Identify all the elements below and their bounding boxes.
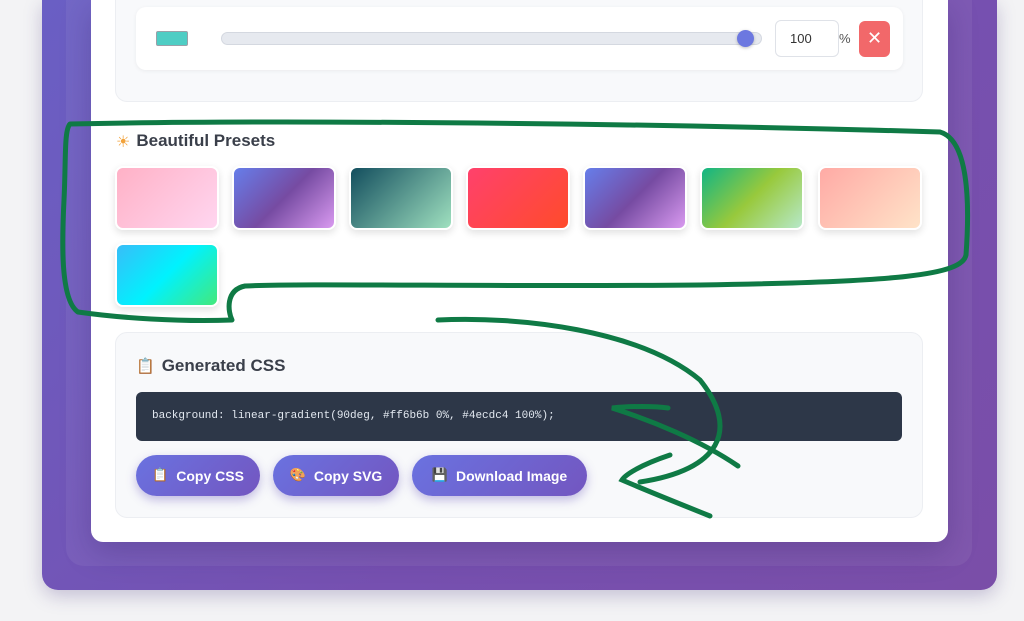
sun-icon: ☀ <box>116 131 131 151</box>
download-image-button[interactable]: 💾 Download Image <box>412 455 587 496</box>
presets-title-text: Beautiful Presets <box>136 131 276 150</box>
preset-swatch[interactable] <box>115 243 219 307</box>
color-stop-swatch[interactable] <box>156 31 188 46</box>
position-slider-track[interactable] <box>221 32 762 45</box>
preset-swatch[interactable] <box>232 166 336 230</box>
floppy-disk-icon: 💾 <box>431 468 448 483</box>
app-screen: % ✕ ☀ Beautiful Presets 📋 Generated CSS … <box>0 0 1024 621</box>
download-image-label: Download Image <box>455 467 568 484</box>
copy-svg-label: Copy SVG <box>313 467 383 484</box>
remove-stop-button[interactable]: ✕ <box>859 21 890 57</box>
percent-label: % <box>839 31 851 46</box>
palette-icon: 🎨 <box>289 468 306 483</box>
copy-css-label: Copy CSS <box>176 467 244 484</box>
generated-css-heading: 📋 Generated CSS <box>136 356 285 376</box>
generated-css-title-text: Generated CSS <box>161 356 286 375</box>
clipboard-icon: 📋 <box>152 468 169 483</box>
position-input[interactable] <box>775 20 839 57</box>
preset-swatch[interactable] <box>115 166 219 230</box>
clipboard-icon: 📋 <box>136 357 155 375</box>
preset-swatch[interactable] <box>466 166 570 230</box>
copy-css-button[interactable]: 📋 Copy CSS <box>136 455 260 496</box>
preset-swatch[interactable] <box>700 166 804 230</box>
presets-heading: ☀ Beautiful Presets <box>116 130 275 152</box>
preset-swatch[interactable] <box>583 166 687 230</box>
position-slider-thumb[interactable] <box>737 30 754 47</box>
close-icon: ✕ <box>866 28 883 49</box>
preset-swatch[interactable] <box>349 166 453 230</box>
copy-svg-button[interactable]: 🎨 Copy SVG <box>273 455 399 496</box>
preset-swatch[interactable] <box>818 166 922 230</box>
css-code-output[interactable]: background: linear-gradient(90deg, #ff6b… <box>136 392 902 441</box>
